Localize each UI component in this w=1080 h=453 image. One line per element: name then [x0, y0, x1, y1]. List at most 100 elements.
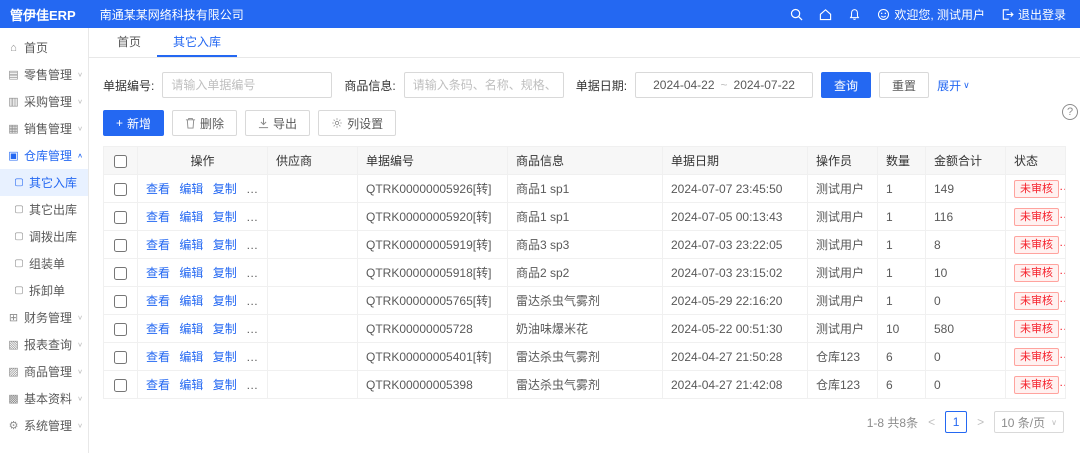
view-link[interactable]: 查看: [146, 266, 170, 280]
edit-link[interactable]: 编辑: [179, 294, 203, 308]
bell-icon[interactable]: [848, 8, 861, 21]
doc-no-input[interactable]: [162, 72, 332, 98]
sidebar-item-system[interactable]: ⚙系统管理∨: [0, 412, 88, 439]
cell-quantity: 1: [878, 259, 926, 287]
chevron-down-icon: ∨: [963, 80, 970, 91]
row-checkbox[interactable]: [114, 351, 127, 364]
delete-link[interactable]: 删除: [246, 378, 267, 392]
filter-row: 单据编号: 商品信息: 单据日期: 2024-04-22 ~ 2024-07-2…: [103, 72, 1066, 98]
toolbar: + 新增 删除 导出: [103, 110, 1066, 136]
row-checkbox[interactable]: [114, 295, 127, 308]
sidebar-item-basic-data[interactable]: ▩基本资料∨: [0, 385, 88, 412]
cell-operator: 测试用户: [808, 315, 878, 343]
sidebar-item-sales[interactable]: ▦销售管理∨: [0, 115, 88, 142]
chevron-down-icon: ∨: [77, 341, 83, 348]
row-checkbox[interactable]: [114, 323, 127, 336]
delete-link[interactable]: 删除: [246, 322, 267, 336]
table-row: 查看 编辑 复制 删除 QTRK00000005398 雷达杀虫气雾剂 2024…: [104, 371, 1066, 399]
view-link[interactable]: 查看: [146, 182, 170, 196]
copy-link[interactable]: 复制: [213, 322, 237, 336]
cell-supplier: [268, 175, 358, 203]
row-checkbox[interactable]: [114, 211, 127, 224]
copy-link[interactable]: 复制: [213, 210, 237, 224]
row-checkbox[interactable]: [114, 267, 127, 280]
copy-link[interactable]: 复制: [213, 238, 237, 252]
system-icon: ⚙: [7, 419, 20, 432]
row-checkbox[interactable]: [114, 239, 127, 252]
cell-operator: 仓库123: [808, 343, 878, 371]
welcome-user[interactable]: 欢迎您, 测试用户: [877, 6, 985, 23]
edit-link[interactable]: 编辑: [179, 266, 203, 280]
home-icon[interactable]: [819, 8, 832, 21]
sidebar-item-purchase[interactable]: ▥采购管理∨: [0, 88, 88, 115]
cell-quantity: 1: [878, 175, 926, 203]
table-header-row: 操作 供应商 单据编号 商品信息 单据日期 操作员 数量 金额合计 状态: [104, 147, 1066, 175]
sidebar-subitem-disassembly-order[interactable]: ▢拆卸单: [0, 277, 88, 304]
edit-link[interactable]: 编辑: [179, 182, 203, 196]
purchase-icon: ▥: [7, 95, 20, 108]
column-settings-button[interactable]: 列设置: [318, 110, 396, 136]
next-page-button[interactable]: >: [975, 415, 986, 429]
add-button[interactable]: + 新增: [103, 110, 164, 136]
search-icon[interactable]: [790, 8, 803, 21]
view-link[interactable]: 查看: [146, 350, 170, 364]
sidebar-item-retail[interactable]: ▤零售管理∨: [0, 61, 88, 88]
view-link[interactable]: 查看: [146, 378, 170, 392]
cell-supplier: [268, 287, 358, 315]
view-link[interactable]: 查看: [146, 238, 170, 252]
copy-link[interactable]: 复制: [213, 378, 237, 392]
cell-doc-no: QTRK00000005398: [358, 371, 508, 399]
prev-page-button[interactable]: <: [926, 415, 937, 429]
sidebar-subitem-assembly-order[interactable]: ▢组装单: [0, 250, 88, 277]
sidebar-subitem-transfer-outbound[interactable]: ▢调拨出库: [0, 223, 88, 250]
company-name: 南通某某网络科技有限公司: [100, 6, 244, 23]
sidebar-item-finance[interactable]: ⊞财务管理∨: [0, 304, 88, 331]
delete-link[interactable]: 删除: [246, 210, 267, 224]
top-bar: 管伊佳ERP 南通某某网络科技有限公司 欢迎您, 测试用户 退出登录: [0, 0, 1080, 28]
goods-info-input[interactable]: [404, 72, 564, 98]
edit-link[interactable]: 编辑: [179, 322, 203, 336]
row-checkbox[interactable]: [114, 379, 127, 392]
tab-home[interactable]: 首页: [101, 28, 157, 57]
tab-other-inbound[interactable]: 其它入库: [157, 28, 237, 57]
export-button[interactable]: 导出: [245, 110, 310, 136]
cell-supplier: [268, 231, 358, 259]
sidebar-subitem-other-outbound[interactable]: ▢其它出库: [0, 196, 88, 223]
sidebar-item-home[interactable]: ⌂首页: [0, 34, 88, 61]
edit-link[interactable]: 编辑: [179, 350, 203, 364]
logout-button[interactable]: 退出登录: [1001, 6, 1066, 23]
copy-link[interactable]: 复制: [213, 294, 237, 308]
sidebar-item-warehouse[interactable]: ▣仓库管理∧: [0, 142, 88, 169]
delete-link[interactable]: 删除: [246, 238, 267, 252]
edit-link[interactable]: 编辑: [179, 378, 203, 392]
view-link[interactable]: 查看: [146, 294, 170, 308]
sidebar-item-goods[interactable]: ▨商品管理∨: [0, 358, 88, 385]
delete-link[interactable]: 删除: [246, 350, 267, 364]
reset-button[interactable]: 重置: [879, 72, 929, 98]
edit-link[interactable]: 编辑: [179, 238, 203, 252]
row-checkbox[interactable]: [114, 183, 127, 196]
delete-link[interactable]: 删除: [246, 182, 267, 196]
view-link[interactable]: 查看: [146, 322, 170, 336]
copy-link[interactable]: 复制: [213, 266, 237, 280]
delete-link[interactable]: 删除: [246, 294, 267, 308]
page-size-select[interactable]: 10 条/页 ∨: [994, 411, 1064, 433]
doc-icon: ▢: [13, 285, 25, 296]
select-all-checkbox[interactable]: [114, 155, 127, 168]
sidebar-item-reports[interactable]: ▧报表查询∨: [0, 331, 88, 358]
edit-link[interactable]: 编辑: [179, 210, 203, 224]
cell-amount: 580: [926, 315, 1006, 343]
home-icon: ⌂: [7, 42, 20, 54]
search-button[interactable]: 查询: [821, 72, 871, 98]
copy-link[interactable]: 复制: [213, 350, 237, 364]
delete-link[interactable]: 删除: [246, 266, 267, 280]
date-range-picker[interactable]: 2024-04-22 ~ 2024-07-22: [635, 72, 813, 98]
expand-link[interactable]: 展开 ∨: [937, 77, 970, 94]
view-link[interactable]: 查看: [146, 210, 170, 224]
delete-button[interactable]: 删除: [172, 110, 237, 136]
cell-goods-info: 雷达杀虫气雾剂: [508, 371, 663, 399]
page-number-1[interactable]: 1: [945, 411, 967, 433]
sidebar-subitem-other-inbound[interactable]: ▢其它入库: [0, 169, 88, 196]
help-icon[interactable]: ?: [1062, 104, 1078, 120]
copy-link[interactable]: 复制: [213, 182, 237, 196]
